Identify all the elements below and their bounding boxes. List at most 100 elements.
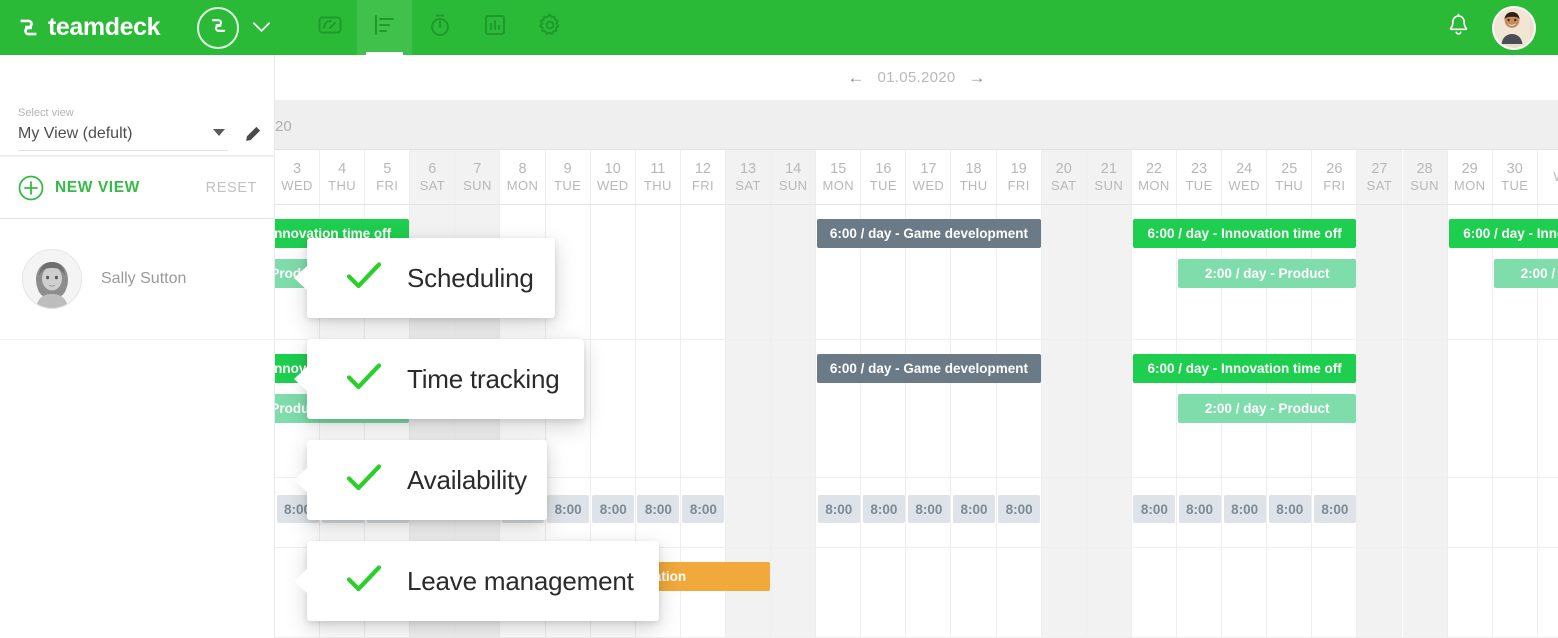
grid-column[interactable] <box>1403 205 1448 339</box>
day-header-cell[interactable]: 5FRI <box>365 150 410 204</box>
grid-column[interactable] <box>591 340 636 477</box>
brand-logo[interactable]: teamdeck <box>0 15 175 40</box>
schedule-bar[interactable]: 6:00 / day - Game development <box>817 219 1041 248</box>
grid-column[interactable] <box>681 205 726 339</box>
day-header-cell[interactable]: 18THU <box>952 150 997 204</box>
grid-column[interactable] <box>1042 478 1087 547</box>
availability-cell[interactable]: 8:00 <box>1314 495 1356 523</box>
grid-column[interactable] <box>1042 548 1087 637</box>
grid-column[interactable] <box>681 340 726 477</box>
grid-column[interactable] <box>726 205 771 339</box>
feature-popup-card[interactable]: Scheduling <box>307 238 555 318</box>
plus-circle-icon[interactable] <box>18 175 44 201</box>
grid-column[interactable] <box>591 205 636 339</box>
grid-column[interactable] <box>1493 478 1538 547</box>
day-header-cell[interactable]: 22MON <box>1132 150 1177 204</box>
pencil-edit-icon[interactable] <box>243 125 262 144</box>
grid-column[interactable] <box>1222 548 1267 637</box>
day-header-cell[interactable]: 17WED <box>906 150 951 204</box>
grid-column[interactable] <box>1357 340 1402 477</box>
project-selector-button[interactable] <box>197 7 239 49</box>
day-header-cell[interactable]: 29MON <box>1448 150 1493 204</box>
schedule-bar[interactable]: 2:00 / day - Product <box>1494 259 1558 288</box>
schedule-bar[interactable]: 2:00 / day - Product <box>1178 394 1356 423</box>
prev-date-button[interactable]: ← <box>847 69 864 86</box>
feature-popup-card[interactable]: Time tracking <box>307 339 584 419</box>
day-header-cell[interactable]: 23TUE <box>1177 150 1222 204</box>
grid-column[interactable] <box>1448 340 1493 477</box>
availability-cell[interactable]: 8:00 <box>592 495 634 523</box>
day-header-cell[interactable]: 4THU <box>320 150 365 204</box>
grid-column[interactable] <box>997 548 1042 637</box>
grid-column[interactable] <box>1312 548 1357 637</box>
availability-cell[interactable]: 8:00 <box>637 495 679 523</box>
grid-column[interactable] <box>636 340 681 477</box>
availability-cell[interactable]: 8:00 <box>1179 495 1221 523</box>
nav-reports-button[interactable] <box>467 0 522 55</box>
day-header-cell[interactable]: 19FRI <box>997 150 1042 204</box>
list-item[interactable]: Sally Sutton <box>0 219 275 340</box>
grid-column[interactable] <box>1403 548 1448 637</box>
grid-column[interactable] <box>1403 478 1448 547</box>
availability-cell[interactable]: 8:00 <box>682 495 724 523</box>
grid-column[interactable] <box>1403 340 1448 477</box>
day-header-cell[interactable]: 11THU <box>636 150 681 204</box>
grid-column[interactable] <box>1267 548 1312 637</box>
select-view-value[interactable]: My View (defult) <box>18 125 132 143</box>
grid-column[interactable] <box>1493 340 1538 477</box>
grid-column[interactable] <box>1357 548 1402 637</box>
availability-cell[interactable]: 8:00 <box>547 495 589 523</box>
day-header-cell[interactable]: 9TUE <box>546 150 591 204</box>
day-header-cell[interactable]: 10WED <box>591 150 636 204</box>
schedule-bar[interactable]: 6:00 / day - Innovation time off <box>1133 354 1357 383</box>
next-date-button[interactable]: → <box>969 69 986 86</box>
grid-column[interactable] <box>1177 548 1222 637</box>
grid-column[interactable] <box>1042 205 1087 339</box>
schedule-bar[interactable]: 2:00 / day - Product <box>1178 259 1356 288</box>
schedule-bar[interactable]: 6:00 / day - Innovation time off <box>1449 219 1558 248</box>
grid-column[interactable] <box>816 548 861 637</box>
grid-column[interactable] <box>1087 548 1132 637</box>
new-view-button[interactable]: NEW VIEW <box>55 179 140 197</box>
grid-column[interactable] <box>1087 340 1132 477</box>
schedule-bar[interactable]: 6:00 / day - Game development <box>817 354 1041 383</box>
day-header-cell[interactable]: 8MON <box>501 150 546 204</box>
nav-settings-button[interactable] <box>522 0 577 55</box>
day-header-cell[interactable]: 14SUN <box>771 150 816 204</box>
availability-cell[interactable]: 8:00 <box>1224 495 1266 523</box>
day-header-cell[interactable]: 26FRI <box>1312 150 1357 204</box>
grid-column[interactable] <box>771 340 816 477</box>
grid-column[interactable] <box>1357 478 1402 547</box>
grid-column[interactable] <box>1448 548 1493 637</box>
nav-scheduling-button[interactable] <box>357 0 412 55</box>
grid-column[interactable] <box>726 340 771 477</box>
reset-button[interactable]: RESET <box>206 180 257 196</box>
availability-cell[interactable]: 8:00 <box>998 495 1040 523</box>
grid-column[interactable] <box>636 205 681 339</box>
day-header-cell[interactable]: 3WED <box>275 150 320 204</box>
avatar[interactable] <box>1492 6 1536 50</box>
grid-column[interactable] <box>771 548 816 637</box>
grid-column[interactable] <box>1493 548 1538 637</box>
schedule-bar[interactable]: 6:00 / day - Innovation time off <box>1133 219 1357 248</box>
nav-timer-button[interactable] <box>412 0 467 55</box>
day-header-cell[interactable]: 6SAT <box>410 150 455 204</box>
day-header-cell[interactable]: 24WED <box>1222 150 1267 204</box>
day-header-cell[interactable]: 28SUN <box>1403 150 1448 204</box>
chevron-down-icon[interactable] <box>253 19 270 36</box>
nav-dashboard-button[interactable] <box>302 0 357 55</box>
grid-column[interactable] <box>1538 548 1558 637</box>
grid-column[interactable] <box>726 478 771 547</box>
grid-column[interactable] <box>906 548 951 637</box>
day-header-cell[interactable]: 16TUE <box>861 150 906 204</box>
day-header-cell[interactable]: 21SUN <box>1087 150 1132 204</box>
day-header-cell[interactable]: W <box>1538 150 1558 204</box>
day-header-cell[interactable]: 13SAT <box>726 150 771 204</box>
grid-column[interactable] <box>771 205 816 339</box>
dropdown-caret-icon[interactable] <box>213 129 225 136</box>
grid-column[interactable] <box>771 478 816 547</box>
availability-cell[interactable]: 8:00 <box>953 495 995 523</box>
day-header-cell[interactable]: 7SUN <box>455 150 500 204</box>
availability-cell[interactable]: 8:00 <box>818 495 860 523</box>
grid-column[interactable] <box>1087 205 1132 339</box>
